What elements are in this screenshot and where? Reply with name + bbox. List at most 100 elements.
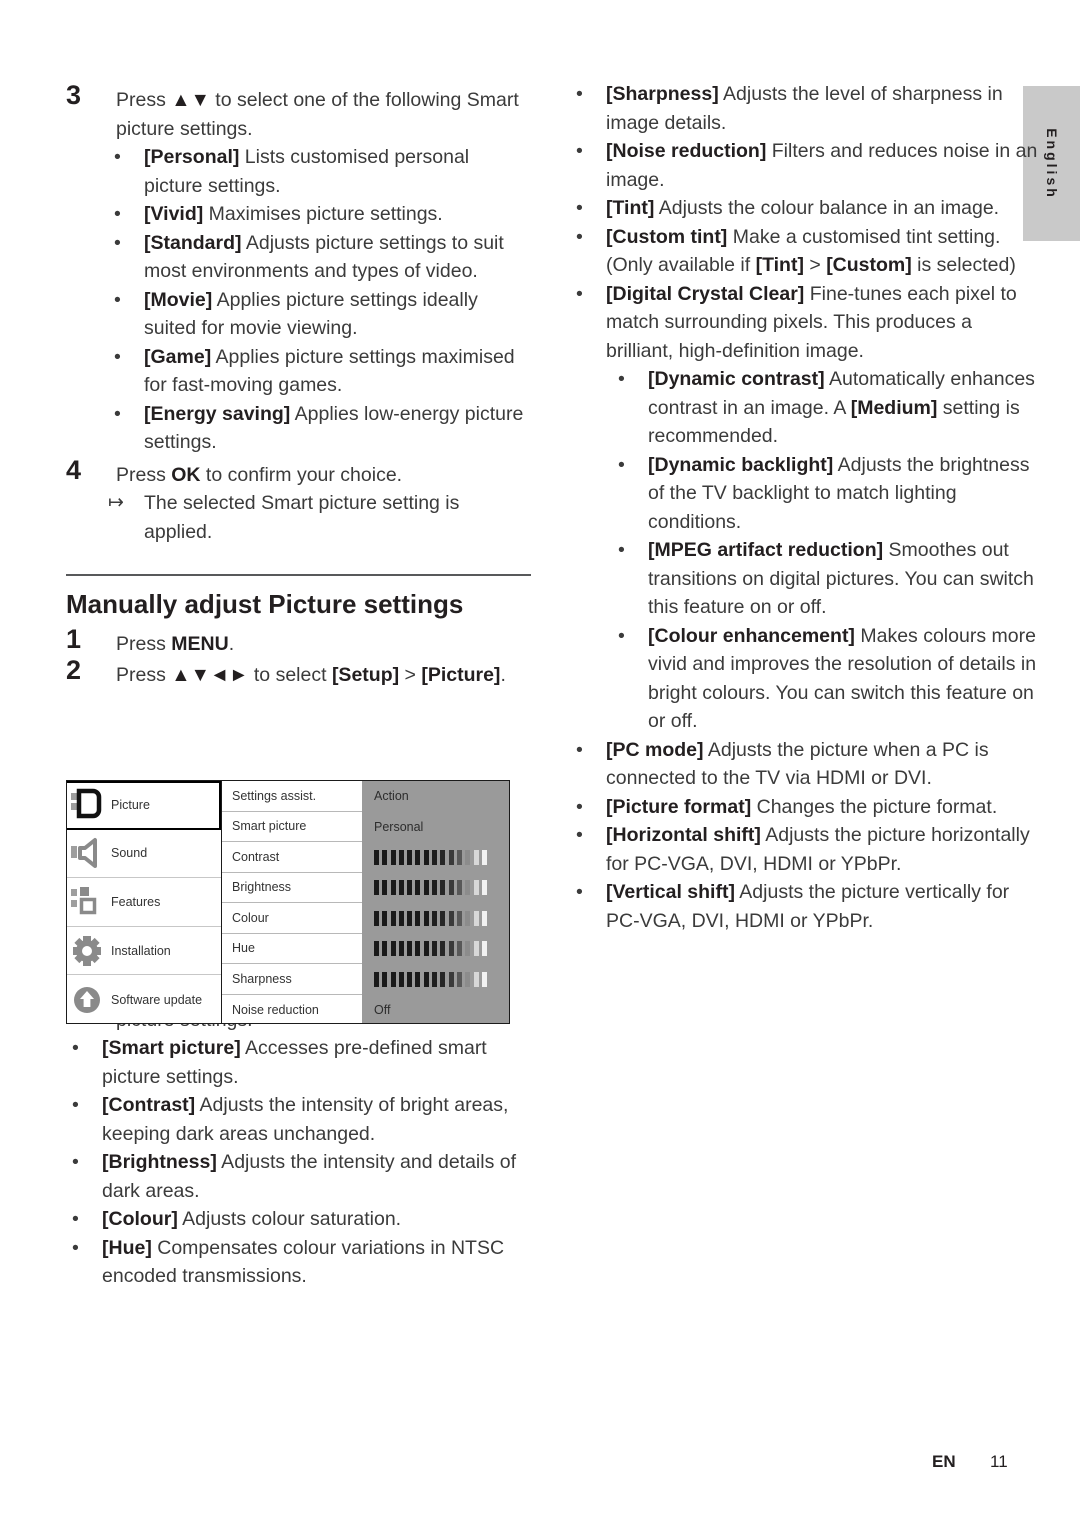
tv-setting-row[interactable]: Colour: [222, 903, 362, 934]
slider-segment: [398, 849, 404, 865]
bullet-dot-icon: •: [576, 140, 583, 162]
language-side-tab-label: English: [1043, 127, 1060, 200]
slider-segment: [481, 941, 487, 957]
hue-slider[interactable]: [374, 934, 487, 965]
contrast-slider[interactable]: [374, 842, 487, 873]
tv-setting-row[interactable]: Smart picture: [222, 812, 362, 842]
tv-setting-value-row: [362, 842, 509, 873]
slider-segment: [481, 849, 487, 865]
sharpness-slider[interactable]: [374, 964, 487, 995]
list-item-term: [Colour enhancement]: [648, 624, 855, 647]
slider-segment: [382, 941, 388, 957]
slider-segment: [448, 941, 454, 957]
bullet-dot-icon: •: [576, 83, 583, 105]
footer-page-number: 11: [990, 1452, 1008, 1471]
bullet-dot-icon: •: [114, 203, 121, 225]
list-item-term-2: [Tint]: [755, 254, 804, 276]
slider-segment: [440, 971, 446, 987]
list-item: • [Noise reduction] Filters and reduces …: [570, 137, 1040, 194]
bullet-dot-icon: •: [576, 197, 583, 219]
slider-segment: [415, 941, 421, 957]
slider-segment: [456, 971, 462, 987]
slider-segment: [390, 849, 396, 865]
tv-setting-row[interactable]: Contrast: [222, 842, 362, 873]
slider-segment: [473, 971, 479, 987]
slider-segment: [481, 880, 487, 896]
tv-setting-row[interactable]: Sharpness: [222, 964, 362, 995]
slider-segment: [415, 971, 421, 987]
slider-segment: [390, 880, 396, 896]
list-item: • [Hue] Compensates colour variations in…: [66, 1234, 531, 1291]
tv-setting-row[interactable]: Noise reduction: [222, 995, 362, 1024]
list-item-term: [Smart picture]: [102, 1037, 241, 1059]
tv-menu-item-sound[interactable]: Sound: [67, 830, 221, 879]
slider-segment: [465, 971, 471, 987]
slider-segment: [465, 849, 471, 865]
bullet-dot-icon: •: [114, 402, 121, 425]
slider-segment: [473, 941, 479, 957]
list-item: • [Picture format] Changes the picture f…: [570, 793, 1040, 822]
list-item: • [Brightness] Adjusts the intensity and…: [66, 1148, 531, 1205]
page-title: Manually adjust Picture settings: [66, 589, 464, 619]
slider-segment: [407, 971, 413, 987]
tv-menu-item-software-update[interactable]: Software update: [67, 975, 221, 1023]
slider-segment: [398, 971, 404, 987]
bullet-dot-icon: •: [576, 738, 583, 761]
tv-menu-item-features[interactable]: Features: [67, 878, 221, 927]
list-item: • [Smart picture] Accesses pre-defined s…: [66, 1034, 531, 1091]
step-1-press-menu: 1 Press MENU.: [66, 625, 531, 659]
list-item-term: [Movie]: [144, 288, 213, 311]
slider-segment: [440, 941, 446, 957]
tv-menu-item-installation[interactable]: Installation: [67, 927, 221, 976]
colour-slider[interactable]: [374, 903, 487, 934]
slider-segment: [415, 849, 421, 865]
list-item-term-3: [Custom]: [826, 254, 912, 276]
slider-segment: [456, 910, 462, 926]
bullet-dot-icon: •: [114, 288, 121, 311]
tv-setting-row[interactable]: Settings assist.: [222, 781, 362, 812]
list-item-term: [Colour]: [102, 1208, 178, 1230]
tv-setting-label: Colour: [232, 910, 269, 925]
list-item-desc: Maximises picture settings.: [203, 203, 443, 225]
picture-settings-list: • [Smart picture] Accesses pre-defined s…: [66, 1034, 531, 1291]
list-item: • [Sharpness] Adjusts the level of sharp…: [570, 80, 1040, 137]
bullet-dot-icon: •: [114, 146, 121, 168]
tv-setting-value-row: [362, 873, 509, 904]
tv-menu-screenshot: Picture Sound Features Installation Soft…: [66, 780, 510, 1024]
list-item-desc-3: is selected): [911, 254, 1016, 276]
step-4-number: 4: [66, 454, 82, 485]
arrow-right-hook-icon: ↦: [108, 492, 124, 513]
slider-segment: [423, 971, 429, 987]
slider-segment: [382, 849, 388, 865]
slider-segment: [448, 971, 454, 987]
list-item: • [Colour] Adjusts colour saturation.: [66, 1205, 531, 1234]
slider-segment: [456, 880, 462, 896]
list-item-term: [Contrast]: [102, 1094, 196, 1116]
step-4-text: Press OK to confirm your choice.: [116, 463, 403, 486]
list-item-term: [Horizontal shift]: [606, 824, 761, 846]
slider-segment: [382, 880, 388, 896]
tv-menu-item-picture[interactable]: Picture: [67, 781, 221, 830]
tv-setting-row[interactable]: Hue: [222, 934, 362, 964]
list-item-term: [Picture format]: [606, 795, 752, 818]
list-item-term: [Game]: [144, 345, 212, 368]
list-item: • [Vivid] Maximises picture settings.: [108, 200, 531, 229]
tv-setting-row[interactable]: Brightness: [222, 873, 362, 903]
bullet-dot-icon: •: [618, 624, 625, 647]
list-item: • [Personal] Lists customised personal p…: [108, 143, 531, 200]
page-footer: EN 11: [0, 1452, 1080, 1482]
slider-segment: [390, 971, 396, 987]
list-item: • [Digital Crystal Clear] Fine-tunes eac…: [570, 280, 1040, 366]
gear-icon: [71, 934, 109, 968]
slider-segment: [374, 941, 379, 957]
step-3-text: Press ▲▼ to select one of the following …: [116, 89, 519, 140]
slider-segment: [374, 880, 379, 896]
section-divider: [66, 574, 531, 576]
slider-segment: [398, 880, 404, 896]
slider-segment: [415, 880, 421, 896]
slider-segment: [398, 910, 404, 926]
list-item-term: [Digital Crystal Clear]: [606, 282, 805, 305]
slider-segment: [423, 880, 429, 896]
brightness-slider[interactable]: [374, 873, 487, 904]
slider-segment: [465, 910, 471, 926]
